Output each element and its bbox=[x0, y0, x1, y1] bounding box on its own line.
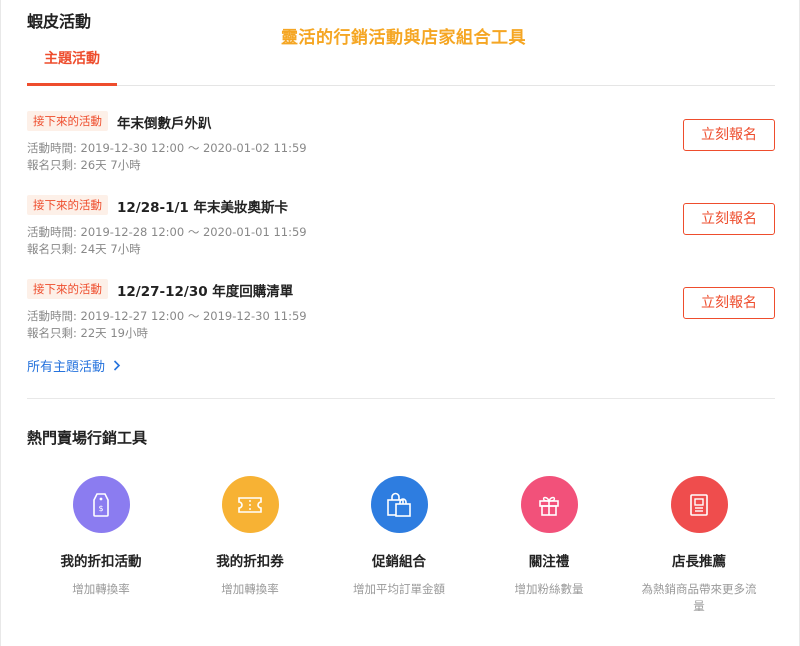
tool-name: 店長推薦 bbox=[672, 554, 726, 570]
event-time: 活動時間: 2019-12-27 12:00 ～ 2019-12-30 11:5… bbox=[27, 309, 307, 323]
event-title: 12/28-1/1 年末美妝奧斯卡 bbox=[117, 200, 289, 216]
price-tag-icon: $ bbox=[72, 476, 130, 533]
tool-top-picks[interactable]: 店長推薦 為熱銷商品帶來更多流量 bbox=[629, 476, 769, 615]
tool-bundle-deal[interactable]: 促銷組合 增加平均訂單金額 bbox=[329, 476, 469, 598]
tool-description: 增加粉絲數量 bbox=[514, 582, 584, 596]
tool-name: 我的折扣活動 bbox=[60, 554, 142, 570]
tab-theme-events[interactable]: 主題活動 bbox=[27, 48, 117, 68]
tool-name: 我的折扣券 bbox=[216, 554, 284, 570]
event-title: 12/27-12/30 年度回購清單 bbox=[117, 284, 294, 300]
event-item: 接下來的活動 年末倒數戶外趴 活動時間: 2019-12-30 12:00 ～ … bbox=[27, 111, 775, 172]
recommend-list-icon bbox=[670, 476, 728, 533]
section-title: 蝦皮活動 bbox=[27, 12, 92, 31]
event-title: 年末倒數戶外趴 bbox=[117, 116, 212, 132]
status-badge: 接下來的活動 bbox=[27, 195, 108, 215]
active-tab-indicator bbox=[27, 83, 117, 86]
tool-name: 關注禮 bbox=[528, 554, 570, 570]
event-item: 接下來的活動 12/27-12/30 年度回購清單 活動時間: 2019-12-… bbox=[27, 279, 775, 340]
gift-icon bbox=[520, 476, 578, 533]
tool-discount-promotion[interactable]: $ 我的折扣活動 增加轉換率 bbox=[31, 476, 171, 598]
status-badge: 接下來的活動 bbox=[27, 111, 108, 131]
headline-banner: 靈活的行銷活動與店家組合工具 bbox=[281, 28, 526, 48]
tool-name: 促銷組合 bbox=[372, 554, 426, 570]
signup-button[interactable]: 立刻報名 bbox=[683, 287, 775, 319]
all-events-label: 所有主題活動 bbox=[27, 360, 106, 375]
event-item: 接下來的活動 12/28-1/1 年末美妝奧斯卡 活動時間: 2019-12-2… bbox=[27, 195, 775, 256]
event-time: 活動時間: 2019-12-30 12:00 ～ 2020-01-02 11:5… bbox=[27, 141, 307, 155]
section-divider bbox=[27, 398, 775, 399]
tool-description: 增加轉換率 bbox=[221, 582, 279, 596]
tool-description: 增加平均訂單金額 bbox=[353, 582, 445, 596]
all-events-link[interactable]: 所有主題活動 bbox=[27, 356, 121, 375]
shopping-bags-icon bbox=[370, 476, 428, 533]
tools-section-title: 熱門賣場行銷工具 bbox=[27, 429, 148, 447]
ticket-icon bbox=[221, 476, 279, 533]
tab-divider bbox=[27, 85, 775, 86]
signup-remaining: 報名只剩: 26天 7小時 bbox=[27, 158, 141, 172]
chevron-right-icon bbox=[113, 360, 121, 375]
tool-description: 增加轉換率 bbox=[72, 582, 130, 596]
campaign-panel: 蝦皮活動 靈活的行銷活動與店家組合工具 主題活動 接下來的活動 年末倒數戶外趴 … bbox=[0, 0, 800, 646]
tool-vouchers[interactable]: 我的折扣券 增加轉換率 bbox=[180, 476, 320, 598]
tool-follow-prize[interactable]: 關注禮 增加粉絲數量 bbox=[479, 476, 619, 598]
tool-description: 為熱銷商品帶來更多流量 bbox=[641, 582, 757, 613]
signup-remaining: 報名只剩: 24天 7小時 bbox=[27, 242, 141, 256]
svg-text:$: $ bbox=[98, 504, 103, 513]
signup-button[interactable]: 立刻報名 bbox=[683, 203, 775, 235]
status-badge: 接下來的活動 bbox=[27, 279, 108, 299]
signup-remaining: 報名只剩: 22天 19小時 bbox=[27, 326, 148, 340]
signup-button[interactable]: 立刻報名 bbox=[683, 119, 775, 151]
event-time: 活動時間: 2019-12-28 12:00 ～ 2020-01-01 11:5… bbox=[27, 225, 307, 239]
